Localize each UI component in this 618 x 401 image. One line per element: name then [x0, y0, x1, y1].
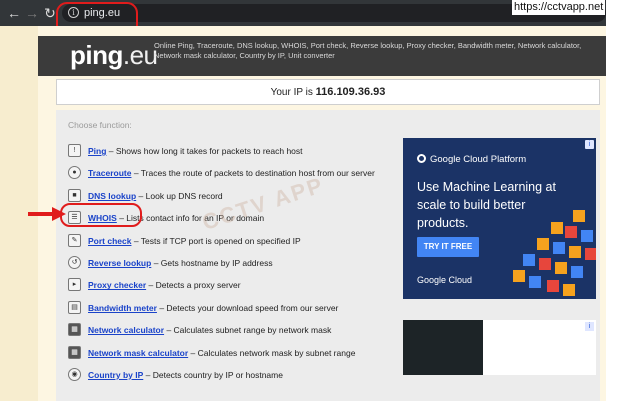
bandwidth-meter-desc: – Detects your download speed from our s… — [159, 302, 339, 313]
function-item-bandwidth-meter: ▤ Bandwidth meter – Detects your downloa… — [68, 300, 398, 323]
logo-tld-text: .eu — [122, 40, 158, 70]
screenshot-root: ← → ↻ i ping.eu https://cctvapp.net ping… — [0, 0, 618, 401]
bandwidth-icon: ▤ — [68, 300, 81, 314]
cubes-graphic — [513, 210, 596, 296]
country-by-ip-desc: – Detects country by IP or hostname — [145, 369, 283, 380]
traceroute-desc: – Traces the route of packets to destina… — [133, 168, 375, 179]
dns-lookup-link[interactable]: DNS lookup — [88, 191, 136, 201]
ip-value: 116.109.36.93 — [315, 86, 386, 98]
cube-cluster — [513, 210, 596, 296]
network-mask-calculator-desc: – Calculates network mask by subnet rang… — [190, 347, 356, 358]
bandwidth-meter-link[interactable]: Bandwidth meter — [88, 303, 157, 313]
dns-icon: ■ — [68, 188, 81, 202]
calculator-icon: ▦ — [68, 323, 81, 337]
function-item-reverse-lookup: ↺ Reverse lookup – Gets hostname by IP a… — [68, 255, 398, 278]
function-item-country-by-ip: ◉ Country by IP – Detects country by IP … — [68, 367, 398, 390]
network-calculator-desc: – Calculates subnet range by network mas… — [166, 325, 332, 336]
site-header: ping.eu Online Ping, Traceroute, DNS loo… — [38, 36, 606, 76]
forward-icon[interactable]: → — [24, 5, 40, 21]
proxy-checker-link[interactable]: Proxy checker — [88, 280, 146, 290]
ad-brand-text: Google Cloud Platform — [430, 154, 527, 165]
function-item-port-check: ✎ Port check – Tests if TCP port is open… — [68, 233, 398, 256]
function-item-network-mask-calculator: ▦ Network mask calculator – Calculates n… — [68, 345, 398, 368]
server-rack-image — [403, 320, 483, 375]
site-logo[interactable]: ping.eu — [70, 38, 158, 72]
port-check-link[interactable]: Port check — [88, 236, 131, 246]
country-by-ip-link[interactable]: Country by IP — [88, 370, 143, 380]
ip-label: Your IP is — [270, 87, 313, 98]
ad-choices-icon-2[interactable]: i — [585, 322, 594, 331]
function-item-traceroute: ● Traceroute – Traces the route of packe… — [68, 166, 398, 188]
function-list: ! Ping – Shows how long it takes for pac… — [68, 144, 398, 390]
reverse-icon: ↺ — [68, 255, 81, 269]
function-item-network-calculator: ▦ Network calculator – Calculates subnet… — [68, 323, 398, 345]
back-icon[interactable]: ← — [6, 5, 22, 21]
network-calculator-link[interactable]: Network calculator — [88, 325, 164, 335]
watermark-url: https://cctvapp.net — [512, 0, 606, 15]
network-mask-calculator-link[interactable]: Network mask calculator — [88, 348, 188, 358]
country-icon: ◉ — [68, 367, 81, 381]
ping-desc: – Shows how long it takes for packets to… — [108, 146, 303, 156]
google-cloud-logo-icon — [417, 154, 426, 163]
ping-icon: ! — [68, 144, 81, 157]
google-cloud-ad[interactable]: i Google Cloud Platform Use Machine Lear… — [403, 138, 596, 299]
function-item-ping: ! Ping – Shows how long it takes for pac… — [68, 144, 398, 166]
port-icon: ✎ — [68, 233, 81, 247]
mask-calculator-icon: ▦ — [68, 345, 81, 359]
ad-choices-icon[interactable]: i — [585, 140, 594, 149]
proxy-checker-desc: – Detects a proxy server — [148, 280, 241, 291]
right-margin — [606, 26, 618, 401]
ad-footer: Google Cloud — [417, 275, 473, 285]
reverse-lookup-desc: – Gets hostname by IP address — [153, 257, 273, 268]
try-it-free-button[interactable]: TRY IT FREE — [417, 237, 479, 257]
choose-function-label: Choose function: — [68, 120, 132, 130]
ping-link[interactable]: Ping — [88, 146, 106, 156]
ip-display: Your IP is 116.109.36.93 — [56, 79, 600, 105]
proxy-icon: ▸ — [68, 278, 81, 292]
logo-main-text: ping — [70, 40, 123, 70]
dns-lookup-desc: – Look up DNS record — [138, 190, 223, 201]
traceroute-icon: ● — [68, 166, 81, 180]
traceroute-link[interactable]: Traceroute — [88, 168, 131, 178]
red-arrow-icon — [28, 207, 66, 221]
port-check-highlight-circle — [60, 203, 142, 227]
ad-brand: Google Cloud Platform — [417, 154, 526, 165]
reverse-lookup-link[interactable]: Reverse lookup — [88, 258, 151, 268]
server-ad[interactable]: i — [403, 320, 596, 375]
function-item-proxy-checker: ▸ Proxy checker – Detects a proxy server — [68, 278, 398, 300]
site-tagline: Online Ping, Traceroute, DNS lookup, WHO… — [154, 41, 582, 60]
port-check-desc: – Tests if TCP port is opened on specifi… — [133, 235, 301, 246]
